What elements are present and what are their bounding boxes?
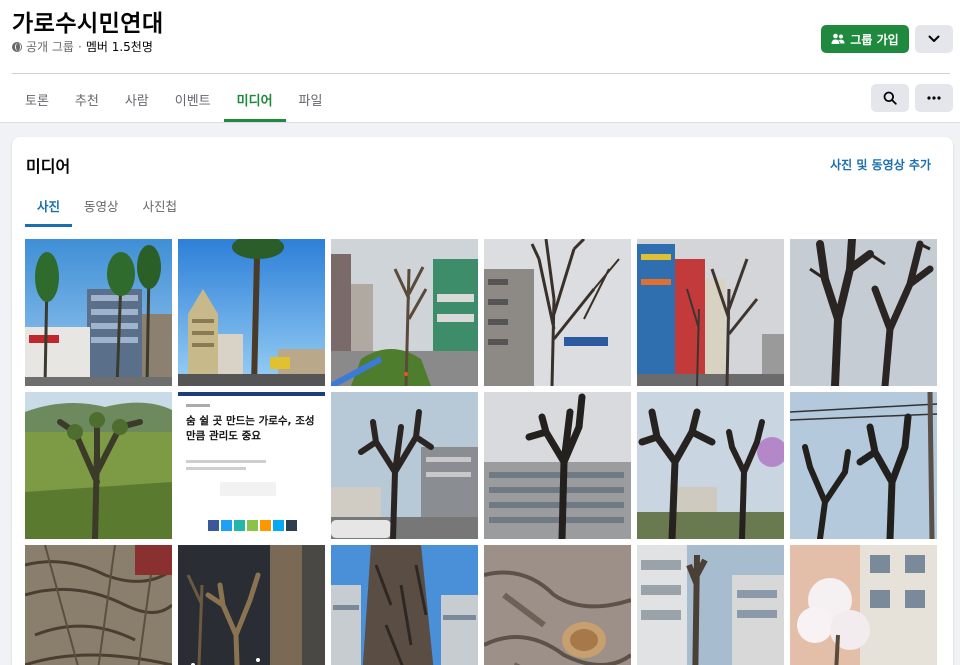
subtab-videos[interactable]: 동영상 [72,183,131,227]
chevron-down-icon [928,35,940,42]
photo-thumbnail[interactable] [331,545,478,665]
header-divider [12,73,950,74]
photo-thumbnail[interactable] [637,545,784,665]
tab-discussion[interactable]: 토론 [12,76,62,122]
photo-thumbnail[interactable] [790,392,937,539]
tab-events[interactable]: 이벤트 [162,76,224,122]
subtab-photos[interactable]: 사진 [25,183,73,227]
photo-thumbnail[interactable] [484,239,631,386]
globe-icon [12,41,22,52]
more-dots-icon [927,96,941,100]
photo-thumbnail[interactable] [484,392,631,539]
photo-thumbnail[interactable] [637,239,784,386]
photo-thumbnail[interactable] [178,239,325,386]
news-headline: 숨 쉴 곳 만드는 가로수, 조성만큼 관리도 중요 [186,415,315,442]
photo-thumbnail[interactable] [25,545,172,665]
photo-thumbnail[interactable] [331,392,478,539]
media-title: 미디어 [26,157,71,176]
photo-thumbnail[interactable] [790,239,937,386]
meta-separator: · [77,39,82,54]
tab-files[interactable]: 파일 [286,76,336,122]
join-group-label: 그룹 가입 [850,32,899,47]
photo-thumbnail[interactable]: 숨 쉴 곳 만드는 가로수, 조성만큼 관리도 중요 [178,392,325,539]
more-options-button[interactable] [915,84,953,112]
tab-media[interactable]: 미디어 [223,76,286,122]
tab-featured[interactable]: 추천 [62,76,112,122]
group-nav: 토론 추천 사람 이벤트 미디어 파일 [12,76,335,122]
subtab-albums[interactable]: 사진첩 [131,183,190,227]
photo-thumbnail[interactable] [331,239,478,386]
privacy-label: 공개 그룹 [26,40,74,54]
tab-people[interactable]: 사람 [112,76,162,122]
photo-thumbnail[interactable] [178,545,325,665]
add-photos-videos-link[interactable]: 사진 및 동영상 추가 [830,156,931,173]
group-title[interactable]: 가로수시민연대 [12,4,164,38]
photo-thumbnail[interactable] [25,392,172,539]
member-count[interactable]: 멤버 1.5천명 [86,38,153,55]
group-header: 가로수시민연대 공개 그룹 · 멤버 1.5천명 그룹 가입 토론 추천 사람 … [0,0,960,123]
group-meta: 공개 그룹 · 멤버 1.5천명 [12,38,153,55]
photo-thumbnail[interactable] [637,392,784,539]
group-people-icon [831,33,845,44]
group-options-dropdown[interactable] [915,25,953,53]
photo-thumbnail[interactable] [25,239,172,386]
group-search-button[interactable] [871,84,909,112]
join-group-button[interactable]: 그룹 가입 [821,25,909,53]
media-card: 미디어 사진 및 동영상 추가 사진 동영상 사진첩 숨 쉴 곳 만드는 가로수… [12,137,953,665]
search-icon [883,91,897,105]
photo-thumbnail[interactable] [790,545,937,665]
media-subtabs: 사진 동영상 사진첩 [25,183,189,227]
photo-grid: 숨 쉴 곳 만드는 가로수, 조성만큼 관리도 중요 [25,239,937,665]
photo-thumbnail[interactable] [484,545,631,665]
